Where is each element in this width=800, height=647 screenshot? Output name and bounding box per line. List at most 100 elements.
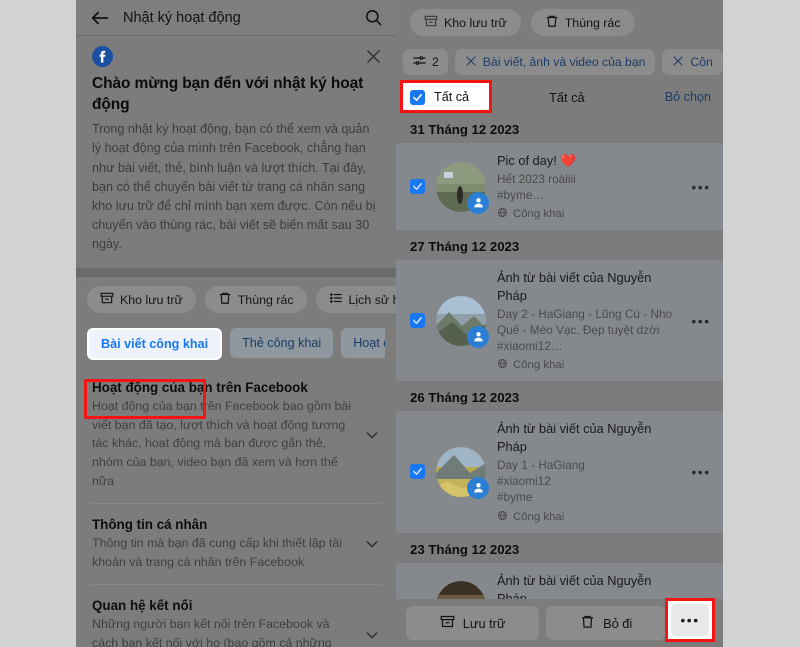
more-horizontal-icon: ••• [680,612,700,628]
close-icon[interactable] [672,55,684,70]
screenshot-stage: Nhật ký hoạt động Chào mừng bạn đến với … [0,0,800,647]
discard-button[interactable]: Bỏ đi [546,606,667,640]
select-all-label: Tất cả [434,90,469,104]
chevron-down-icon[interactable] [364,627,380,643]
post-privacy: Công khai [497,207,680,221]
post-subtitle: Day 1 - HaGiang #xiaomi12 #byme [497,458,585,504]
checkbox-post[interactable] [410,313,425,329]
chip-trash-label: Thùng rác [237,292,294,307]
search-icon[interactable] [364,8,383,27]
filter-chip-public[interactable]: Côn [662,49,723,75]
discard-button-label: Bỏ đi [603,615,633,631]
trash-icon [218,291,232,308]
post-row[interactable]: Ảnh từ bài viết của Nguyễn Pháp Day 2 - … [396,260,723,382]
date-header: 27 Tháng 12 2023 [396,230,723,261]
more-horizontal-icon[interactable]: ••• [691,314,711,328]
trash-icon [545,14,559,31]
tab-activity-label: Hoạt động [353,336,385,351]
arrow-left-icon[interactable] [89,7,111,29]
close-icon[interactable] [465,55,477,70]
list-item[interactable]: Thông tin cá nhân Thông tin mà bạn đã cu… [92,503,380,584]
list-item-desc: Thông tin mà bạn đã cung cấp khi thiết l… [92,536,343,569]
page-title: Nhật ký hoạt động [123,9,241,26]
filter-count-chip[interactable]: 2 [403,49,448,75]
filter-count-label: 2 [432,55,439,69]
post-subtitle: Day 2 - HaGiang - Lũng Cú - Nho Quế - Mè… [497,307,673,353]
post-subtitle: Hết 2023 roàiiii #byme… [497,172,576,202]
chip-activity-history-label: Lịch sử hoạt đ [348,292,396,307]
person-icon [467,191,489,214]
archive-icon [424,14,438,31]
checkbox-post[interactable] [410,179,425,195]
post-row[interactable]: Pic of day! ❤️ Hết 2023 roàiiii #byme… C… [396,143,723,231]
person-icon [467,476,489,499]
list-item-title: Quan hệ kết nối [92,598,193,614]
post-privacy-label: Công khai [513,510,565,523]
archive-button-label: Lưu trữ [462,615,506,631]
chevron-down-icon[interactable] [364,427,380,443]
selection-bar: Tất cả Tất cả Bỏ chọn [396,80,723,113]
list-item-desc: Những người bạn kết nối trên Facebook và… [92,617,332,647]
post-thumbnail [436,446,489,499]
post-title: Ảnh từ bài viết của Nguyễn Pháp [497,270,652,304]
more-options-button[interactable]: ••• [671,604,709,636]
select-all-control[interactable]: Tất cả [410,89,469,105]
filter-chip-label: Bài viết, ảnh và video của bạn [482,55,646,69]
post-title: Pic of day! ❤️ [497,153,577,168]
checkbox-post[interactable] [410,464,425,480]
post-privacy: Công khai [497,358,680,372]
date-header: 31 Tháng 12 2023 [396,113,723,143]
globe-icon [497,510,508,524]
archive-icon [440,614,455,632]
tab-activity[interactable]: Hoạt động [341,328,385,359]
left-section-list: Hoạt động của bạn trên Facebook Hoạt độn… [76,368,396,647]
facebook-logo-icon [92,46,113,67]
more-horizontal-icon[interactable]: ••• [691,465,711,479]
chip-activity-history[interactable]: Lịch sử hoạt đ [315,286,396,314]
list-item-desc: Hoạt động của bạn trên Facebook bao gồm … [92,399,352,488]
post-privacy: Công khai [497,510,680,524]
more-horizontal-icon[interactable]: ••• [691,180,711,194]
highlight-box-more-options-button: ••• [665,598,715,642]
right-phone-panel: Kho lưu trữ Thùng rác 2 Bài viết, ảnh và… [396,0,723,647]
filter-chip-posts-photos-videos[interactable]: Bài viết, ảnh và video của bạn [454,49,656,75]
date-header: 26 Tháng 12 2023 [396,381,723,412]
sliders-icon [412,53,427,71]
tab-public-posts-label: Bài viết công khai [101,337,209,352]
chip-trash[interactable]: Thùng rác [204,286,307,314]
post-title: Ảnh từ bài viết của Nguyễn Pháp [497,421,652,455]
list-item[interactable]: Hoạt động của bạn trên Facebook Hoạt độn… [92,368,380,503]
tab-public-posts[interactable]: Bài viết công khai [87,328,223,361]
filter-chip-label: Côn [690,55,713,69]
checkbox-select-all[interactable] [410,89,425,105]
post-thumbnail [436,295,489,348]
chip-archive[interactable]: Kho lưu trữ [87,286,196,314]
archive-icon [100,291,114,308]
list-icon [329,291,343,308]
list-item[interactable]: Quan hệ kết nối Những người bạn kết nối … [92,584,380,647]
post-privacy-label: Công khai [513,208,565,221]
deselect-button[interactable]: Bỏ chọn [665,90,711,104]
tab-public-tags[interactable]: Thẻ công khai [230,328,334,359]
post-row[interactable]: Ảnh từ bài viết của Nguyễn Pháp Day 1 - … [396,411,723,533]
chip-archive-label: Kho lưu trữ [444,15,507,30]
welcome-card-title: Chào mừng bạn đến với nhật ký hoạt động [92,75,364,113]
chip-trash[interactable]: Thùng rác [530,9,635,36]
globe-icon [497,358,508,372]
list-item-title: Hoạt động của bạn trên Facebook [92,380,308,396]
left-tab-bar: Bài viết công khai Thẻ công khai Hoạt độ… [76,322,396,420]
person-icon [467,325,489,348]
left-phone-panel: Nhật ký hoạt động Chào mừng bạn đến với … [76,0,396,647]
chip-archive[interactable]: Kho lưu trữ [410,9,521,36]
welcome-card: Chào mừng bạn đến với nhật ký hoạt động … [76,36,396,269]
right-quick-chips: Kho lưu trữ Thùng rác [396,0,723,45]
archive-button[interactable]: Lưu trữ [406,606,540,640]
chip-archive-label: Kho lưu trữ [120,292,183,307]
list-item-title: Thông tin cá nhân [92,517,208,533]
trash-icon [580,614,595,632]
left-app-header: Nhật ký hoạt động [76,0,396,36]
close-icon[interactable] [365,48,382,65]
chevron-down-icon[interactable] [364,536,380,552]
selection-center-label: Tất cả [549,89,585,105]
panel-divider [76,268,396,278]
